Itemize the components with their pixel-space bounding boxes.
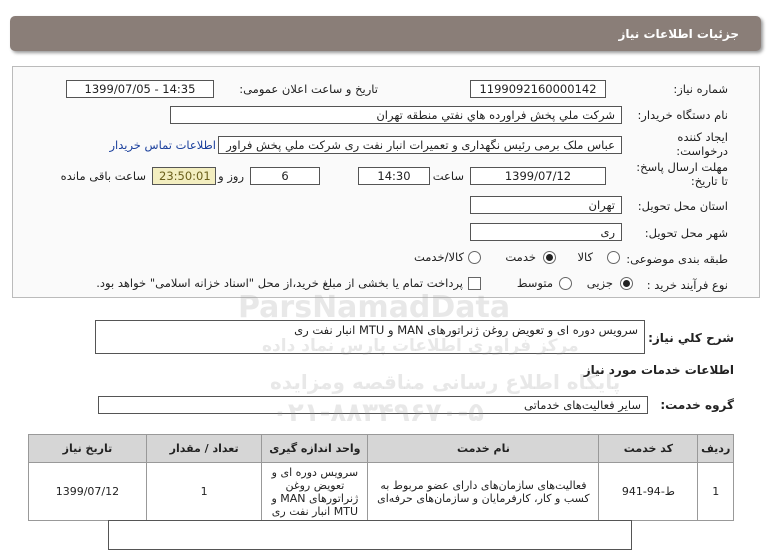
deadline-label-line2: تا تاریخ: — [690, 174, 728, 188]
remaining-time-label: ساعت باقی مانده — [60, 169, 146, 183]
service-group-label: گروه خدمت: — [660, 398, 734, 412]
deadline-label-line1: مهلت ارسال پاسخ: — [636, 160, 728, 174]
row-index: 1 — [697, 462, 734, 521]
buyer-contact-link[interactable]: اطلاعات تماس خریدار — [109, 138, 216, 152]
category-label: طبقه بندی موضوعی: — [626, 252, 728, 266]
process-type-label: نوع فرآیند خرید : — [646, 278, 728, 292]
services-table: ردیف کد خدمت نام خدمت واحد اندازه گیری ت… — [28, 434, 734, 521]
province-field: تهران — [470, 196, 622, 214]
bottom-field — [108, 520, 632, 550]
column-header-name: نام خدمت — [367, 434, 600, 463]
description-field: سرویس دوره ای و تعویض روغن ژنراتورهای MA… — [95, 320, 645, 354]
remaining-time-field: 23:50:01 — [152, 167, 216, 185]
column-header-unit: واحد اندازه گیری — [261, 434, 369, 463]
description-label: شرح کلي نياز: — [648, 331, 734, 345]
column-header-quantity: تعداد / مقدار — [145, 434, 263, 463]
announce-date-field: 1399/07/05 - 14:35 — [66, 80, 214, 98]
announce-date-label: تاریخ و ساعت اعلان عمومی: — [239, 82, 378, 96]
treasury-payment-note: پرداخت تمام یا بخشی از مبلغ خرید،از محل … — [96, 276, 463, 290]
process-minor-label: جزیی — [586, 276, 613, 290]
page-title: جزئیات اطلاعات نیاز — [618, 26, 739, 41]
row-service-code: ط-94-941 — [598, 462, 699, 521]
category-goods-service-label: کالا/خدمت — [413, 250, 464, 264]
creator-label-line1: ایجاد کننده — [677, 130, 728, 144]
column-header-date: تاریخ نیاز — [28, 434, 147, 463]
row-service-name: فعالیت‌های سازمان‌های دارای عضو مربوط به… — [367, 462, 600, 521]
creator-field: عباس ملک برمی رئیس نگهداری و تعمیرات انب… — [218, 136, 622, 154]
days-remaining-field: 6 — [250, 167, 320, 185]
category-goods-label: کالا — [577, 250, 593, 264]
category-service-label: خدمت — [505, 250, 536, 264]
treasury-payment-checkbox[interactable] — [468, 277, 481, 290]
city-label: شهر محل تحویل: — [644, 226, 728, 240]
need-number-field: 1199092160000142 — [470, 80, 606, 98]
page-header: جزئیات اطلاعات نیاز — [10, 16, 761, 51]
services-section-title: اطلاعات خدمات مورد نیاز — [583, 363, 734, 377]
column-header-index: ردیف — [697, 434, 734, 463]
row-need-date: 1399/07/12 — [28, 462, 147, 521]
column-header-code: کد خدمت — [598, 434, 699, 463]
deadline-time-label: ساعت — [432, 169, 464, 183]
process-medium-radio[interactable] — [559, 277, 572, 290]
service-group-field: سایر فعالیت‌های خدماتی — [98, 396, 648, 414]
category-goods-service-radio[interactable] — [468, 251, 481, 264]
row-unit: سرویس دوره ای و تعویض روغن ژنراتورهای MA… — [261, 462, 369, 521]
need-number-label: شماره نیاز: — [673, 82, 728, 96]
table-row: 1 ط-94-941 فعالیت‌های سازمان‌های دارای ع… — [28, 462, 734, 521]
process-medium-label: متوسط — [516, 276, 553, 290]
days-label: روز و — [218, 169, 244, 183]
watermark-line3: پایگاه اطلاع رسانی مناقصه ومزایده — [270, 370, 621, 394]
province-label: استان محل تحویل: — [637, 199, 728, 213]
category-service-radio[interactable] — [543, 251, 556, 264]
city-field: ری — [470, 223, 622, 241]
services-table-header: ردیف کد خدمت نام خدمت واحد اندازه گیری ت… — [28, 434, 734, 463]
deadline-time-field: 14:30 — [358, 167, 430, 185]
buyer-label: نام دستگاه خریدار: — [637, 108, 728, 122]
category-goods-radio[interactable] — [607, 251, 620, 264]
creator-label-line2: درخواست: — [676, 144, 728, 158]
deadline-date-field: 1399/07/12 — [470, 167, 606, 185]
buyer-field: شرکت ملي پخش فراورده هاي نفتي منطقه تهرا… — [170, 106, 622, 124]
process-minor-radio[interactable] — [620, 277, 633, 290]
row-quantity: 1 — [145, 462, 263, 521]
